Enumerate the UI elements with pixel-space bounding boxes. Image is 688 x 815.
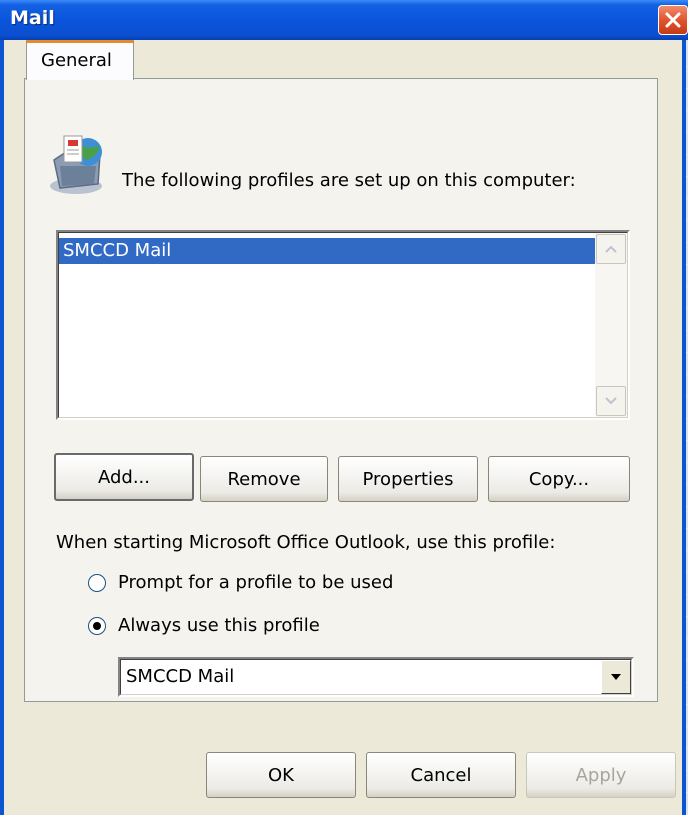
prompt-profile-label[interactable]: Prompt for a profile to be used	[118, 572, 393, 593]
title-bar[interactable]: Mail	[0, 0, 688, 40]
close-icon	[665, 12, 681, 28]
apply-button[interactable]: Apply	[526, 752, 676, 798]
profiles-listbox[interactable]: SMCCD Mail	[56, 230, 630, 420]
chevron-down-icon	[605, 397, 617, 405]
ok-button[interactable]: OK	[206, 752, 356, 798]
tab-general[interactable]: General	[26, 40, 134, 80]
scroll-down-button[interactable]	[596, 386, 626, 416]
radio-selected-dot	[93, 622, 101, 630]
scroll-up-button[interactable]	[596, 234, 626, 264]
mail-profile-icon	[50, 135, 102, 194]
add-button[interactable]: Add...	[54, 453, 194, 501]
window-title: Mail	[10, 7, 55, 29]
startup-label: When starting Microsoft Office Outlook, …	[56, 532, 556, 553]
prompt-profile-radio[interactable]	[88, 574, 106, 592]
copy-button[interactable]: Copy...	[488, 456, 630, 502]
chevron-up-icon	[605, 245, 617, 253]
always-profile-label[interactable]: Always use this profile	[118, 615, 320, 636]
properties-button[interactable]: Properties	[338, 456, 478, 502]
profile-select[interactable]: SMCCD Mail	[118, 657, 634, 697]
list-item[interactable]: SMCCD Mail	[59, 238, 595, 264]
profile-select-value: SMCCD Mail	[126, 666, 235, 687]
tab-general-label: General	[41, 50, 112, 71]
cancel-button[interactable]: Cancel	[366, 752, 516, 798]
close-button[interactable]	[658, 5, 688, 35]
always-profile-radio[interactable]	[88, 617, 106, 635]
remove-button[interactable]: Remove	[200, 456, 328, 502]
chevron-down-icon	[611, 674, 621, 680]
profiles-header: The following profiles are set up on thi…	[122, 170, 576, 191]
scrollbar[interactable]	[595, 233, 627, 417]
dropdown-button[interactable]	[601, 660, 631, 694]
